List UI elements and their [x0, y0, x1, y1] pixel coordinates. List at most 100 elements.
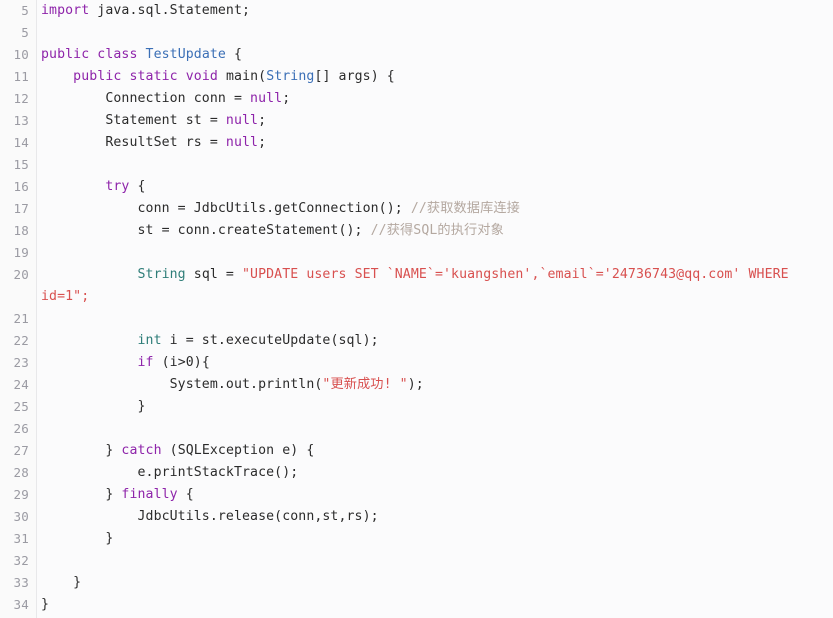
line-number: 16 [13, 179, 29, 194]
line-number-wrap-spacer [0, 286, 36, 308]
token-plain: i = st.executeUpdate(sql); [161, 333, 379, 348]
line-number: 11 [13, 69, 29, 84]
line-number: 19 [13, 245, 29, 260]
token-plain: ; [258, 113, 267, 128]
line-number: 14 [13, 135, 29, 150]
line-number: 17 [13, 201, 29, 216]
token-null: null [225, 135, 259, 150]
code-editor[interactable]: 5 5 10 11 12 13 14 15 16 17 18 19 20 21 … [0, 0, 833, 618]
token-keyword: if [137, 355, 154, 370]
token-keyword: public [73, 69, 122, 84]
line-number: 15 [13, 157, 29, 172]
token-plain: } [137, 399, 146, 414]
token-plain: Statement st = [105, 113, 226, 128]
token-plain: sql = [185, 267, 243, 282]
code-line-blank[interactable] [41, 242, 833, 264]
code-line[interactable]: if (i>0){ [41, 352, 833, 374]
token-null: null [250, 91, 283, 106]
token-class-name: String [266, 69, 315, 84]
token-comment: //获取数据库连接 [410, 201, 520, 216]
code-line[interactable]: } catch (SQLException e) { [41, 440, 833, 462]
code-line[interactable]: import java.sql.Statement; [41, 0, 833, 22]
line-number: 34 [13, 597, 29, 612]
token-plain: e.printStackTrace(); [137, 465, 299, 480]
code-line[interactable]: } [41, 396, 833, 418]
token-plain: JdbcUtils.release(conn,st,rs); [137, 509, 379, 524]
token-keyword: public [41, 47, 90, 62]
line-number: 30 [13, 509, 29, 524]
token-plain: } [105, 487, 122, 502]
code-line-blank[interactable] [41, 550, 833, 572]
token-type: int [137, 333, 162, 348]
line-number: 20 [13, 267, 29, 282]
code-line[interactable]: } [41, 594, 833, 616]
token-plain: System.out.println( [169, 377, 323, 392]
line-number: 25 [13, 399, 29, 414]
token-comment: //获得SQL的执行对象 [370, 223, 504, 238]
line-number: 21 [13, 311, 29, 326]
code-line[interactable]: st = conn.createStatement(); //获得SQL的执行对… [41, 220, 833, 242]
token-keyword: import [41, 3, 90, 18]
code-line[interactable]: ResultSet rs = null; [41, 132, 833, 154]
code-line[interactable]: Statement st = null; [41, 110, 833, 132]
token-null: null [225, 113, 259, 128]
line-number: 10 [13, 47, 29, 62]
line-number: 29 [13, 487, 29, 502]
token-string-literal: "UPDATE users SET `NAME`='kuangshen',`em… [242, 267, 789, 282]
line-number: 32 [13, 553, 29, 568]
token-plain: (i>0){ [153, 355, 210, 370]
token-plain: { [225, 47, 243, 62]
line-number: 5 [21, 25, 29, 40]
token-string-literal: "更新成功! " [322, 377, 408, 392]
code-line[interactable]: int i = st.executeUpdate(sql); [41, 330, 833, 352]
line-number: 24 [13, 377, 29, 392]
code-line-blank[interactable] [41, 22, 833, 44]
token-keyword: catch [121, 443, 162, 458]
line-number: 13 [13, 113, 29, 128]
line-number: 12 [13, 91, 29, 106]
code-line[interactable]: System.out.println("更新成功! "); [41, 374, 833, 396]
token-plain: } [41, 597, 50, 612]
code-content[interactable]: import java.sql.Statement; public class … [37, 0, 833, 618]
token-plain: conn = JdbcUtils.getConnection(); [137, 201, 411, 216]
token-type: String [137, 267, 186, 282]
line-number: 33 [13, 575, 29, 590]
code-line[interactable]: JdbcUtils.release(conn,st,rs); [41, 506, 833, 528]
code-line-blank[interactable] [41, 154, 833, 176]
line-number: 27 [13, 443, 29, 458]
token-plain: } [105, 531, 114, 546]
token-plain: } [73, 575, 82, 590]
token-plain: { [129, 179, 146, 194]
code-line-blank[interactable] [41, 308, 833, 330]
line-number: 31 [13, 531, 29, 546]
token-plain: ; [258, 135, 267, 150]
code-line[interactable]: } [41, 528, 833, 550]
token-plain: } [105, 443, 122, 458]
token-plain: st = conn.createStatement(); [137, 223, 371, 238]
line-number: 23 [13, 355, 29, 370]
token-plain: (SQLException e) { [161, 443, 315, 458]
code-line[interactable]: public class TestUpdate { [41, 44, 833, 66]
token-plain: Connection conn = [105, 91, 251, 106]
line-number: 22 [13, 333, 29, 348]
line-number-gutter[interactable]: 5 5 10 11 12 13 14 15 16 17 18 19 20 21 … [0, 0, 37, 618]
line-number: 28 [13, 465, 29, 480]
code-line[interactable]: e.printStackTrace(); [41, 462, 833, 484]
code-line-wrapped[interactable]: id=1"; [41, 286, 833, 308]
token-keyword: static [129, 69, 178, 84]
code-line[interactable]: } [41, 572, 833, 594]
token-keyword: finally [121, 487, 178, 502]
code-line[interactable]: try { [41, 176, 833, 198]
token-plain: ; [282, 91, 291, 106]
code-line[interactable]: String sql = "UPDATE users SET `NAME`='k… [41, 264, 833, 286]
code-line[interactable]: } finally { [41, 484, 833, 506]
code-line[interactable]: Connection conn = null; [41, 88, 833, 110]
token-plain: ); [407, 377, 424, 392]
code-line-blank[interactable] [41, 418, 833, 440]
line-number: 26 [13, 421, 29, 436]
line-number: 5 [21, 3, 29, 18]
code-line[interactable]: public static void main(String[] args) { [41, 66, 833, 88]
token-plain: ResultSet rs = [105, 135, 226, 150]
token-plain: { [177, 487, 194, 502]
code-line[interactable]: conn = JdbcUtils.getConnection(); //获取数据… [41, 198, 833, 220]
